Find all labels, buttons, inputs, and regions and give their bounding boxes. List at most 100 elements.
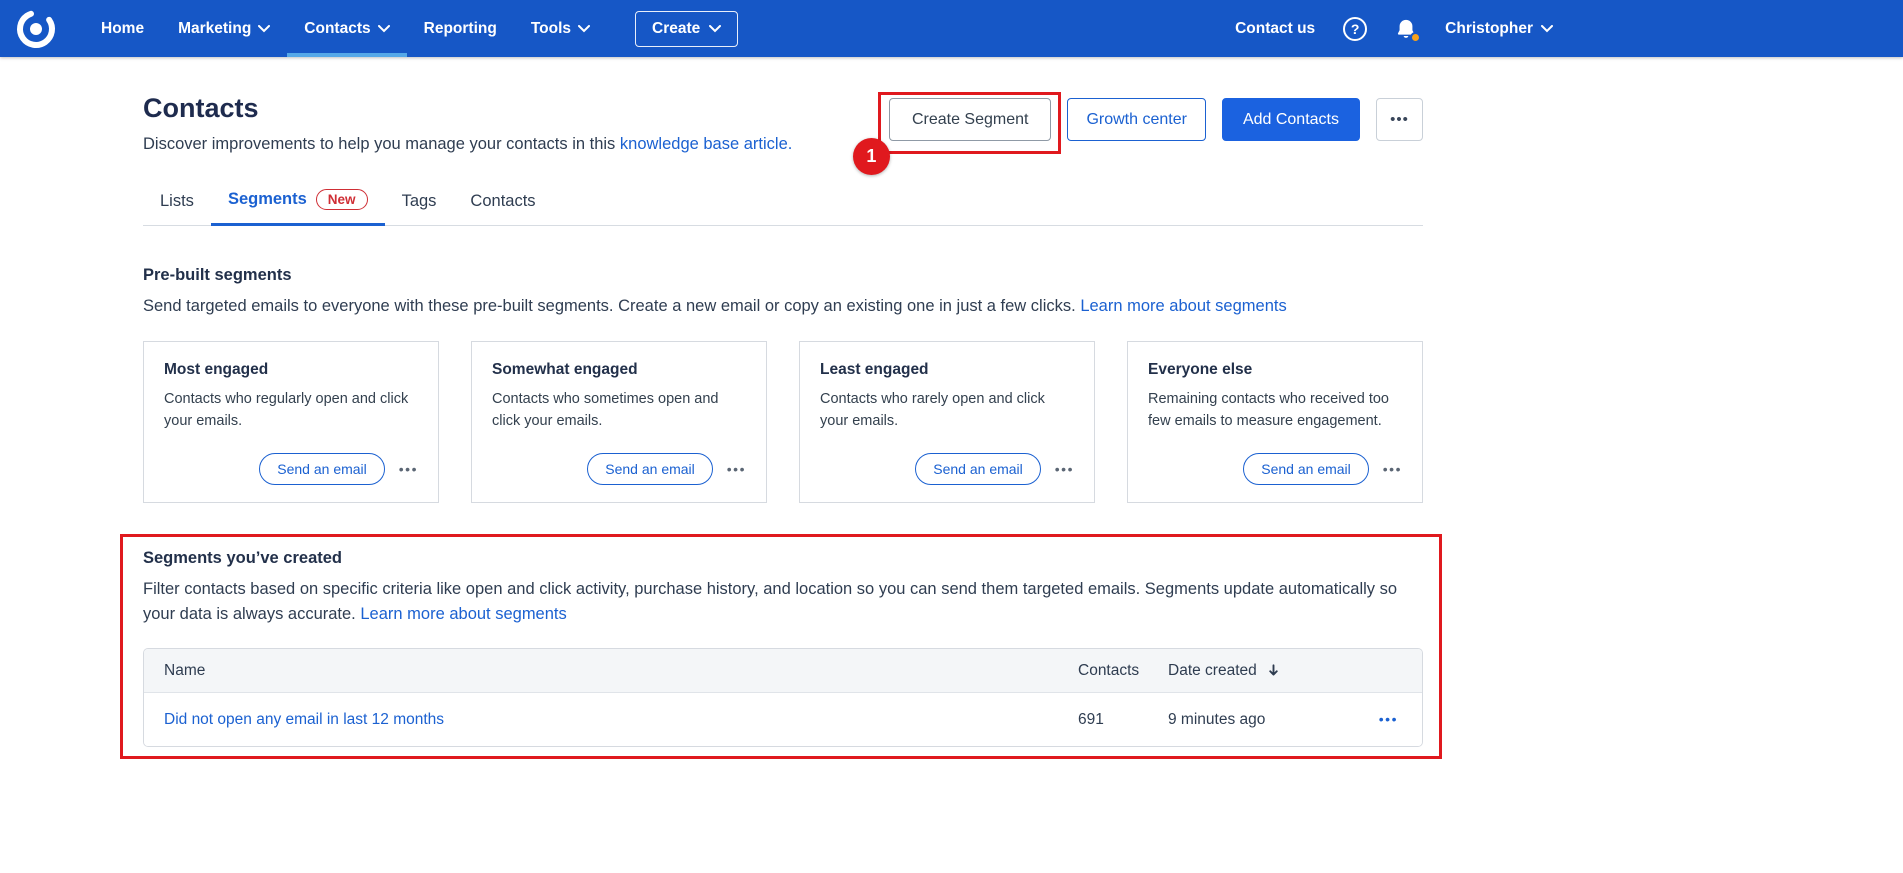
row-actions-cell: •••	[1346, 711, 1422, 729]
row-more-icon[interactable]: •••	[1379, 711, 1398, 727]
table-row: Did not open any email in last 12 months…	[144, 693, 1422, 746]
primary-nav: Home Marketing Contacts Reporting Tools	[84, 0, 607, 57]
card-more-icon[interactable]: •••	[1055, 461, 1074, 477]
tab-segments[interactable]: Segments New	[211, 180, 385, 226]
more-actions-button[interactable]: •••	[1376, 98, 1423, 141]
card-more-icon[interactable]: •••	[399, 461, 418, 477]
card-footer: Send an email •••	[164, 453, 418, 485]
nav-item-contacts[interactable]: Contacts	[287, 0, 406, 57]
prebuilt-description: Send targeted emails to everyone with th…	[143, 294, 1423, 319]
chevron-down-icon	[1541, 25, 1553, 33]
card-title: Everyone else	[1148, 361, 1402, 379]
segment-card-least-engaged: Least engaged Contacts who rarely open a…	[799, 341, 1095, 503]
card-title: Somewhat engaged	[492, 361, 746, 379]
chevron-down-icon	[578, 25, 590, 33]
nav-label: Tools	[531, 20, 571, 38]
nav-label: Marketing	[178, 20, 251, 38]
nav-item-tools[interactable]: Tools	[514, 0, 607, 57]
created-description: Filter contacts based on specific criter…	[143, 577, 1423, 627]
contact-us-link[interactable]: Contact us	[1235, 20, 1315, 38]
chevron-down-icon	[258, 25, 270, 33]
nav-right-cluster: Contact us ? Christopher	[1235, 0, 1553, 57]
nav-item-home[interactable]: Home	[84, 0, 161, 57]
card-description: Remaining contacts who received too few …	[1148, 388, 1402, 433]
annotation-step-badge: 1	[853, 138, 890, 175]
card-footer: Send an email •••	[820, 453, 1074, 485]
segment-name-cell: Did not open any email in last 12 months	[144, 711, 1078, 729]
nav-item-marketing[interactable]: Marketing	[161, 0, 287, 57]
user-name: Christopher	[1445, 20, 1533, 38]
chevron-down-icon	[378, 25, 390, 33]
tab-label: Tags	[402, 192, 437, 211]
subtitle-text: Discover improvements to help you manage…	[143, 135, 615, 153]
page-header-text: Contacts Discover improvements to help y…	[143, 93, 792, 154]
header-actions: 1 Create Segment Growth center Add Conta…	[889, 98, 1423, 154]
help-icon[interactable]: ?	[1343, 17, 1367, 41]
nav-item-reporting[interactable]: Reporting	[407, 0, 514, 57]
card-footer: Send an email •••	[1148, 453, 1402, 485]
card-description: Contacts who sometimes open and click yo…	[492, 388, 746, 433]
tab-lists[interactable]: Lists	[143, 180, 211, 226]
help-glyph: ?	[1351, 21, 1360, 37]
column-header-date-created[interactable]: Date created	[1168, 662, 1346, 680]
card-description: Contacts who regularly open and click yo…	[164, 388, 418, 433]
tab-label: Lists	[160, 192, 194, 211]
tab-contacts[interactable]: Contacts	[453, 180, 552, 226]
prebuilt-heading: Pre-built segments	[143, 266, 1423, 285]
prebuilt-segments-section: Pre-built segments Send targeted emails …	[143, 266, 1423, 503]
nav-label: Home	[101, 20, 144, 38]
segment-contacts-cell: 691	[1078, 711, 1168, 729]
send-email-button[interactable]: Send an email	[587, 453, 713, 485]
chevron-down-icon	[709, 25, 721, 33]
tab-label: Segments	[228, 190, 307, 209]
card-more-icon[interactable]: •••	[1383, 461, 1402, 477]
segment-card-everyone-else: Everyone else Remaining contacts who rec…	[1127, 341, 1423, 503]
page-subtitle: Discover improvements to help you manage…	[143, 135, 792, 154]
send-email-button[interactable]: Send an email	[915, 453, 1041, 485]
created-segments-section: Segments you’ve created Filter contacts …	[143, 549, 1423, 748]
page-title: Contacts	[143, 93, 792, 124]
add-contacts-button[interactable]: Add Contacts	[1222, 98, 1360, 141]
nav-label: Contacts	[304, 20, 370, 38]
date-created-label: Date created	[1168, 662, 1257, 680]
create-segment-button[interactable]: Create Segment	[889, 98, 1052, 141]
created-learn-more-link[interactable]: Learn more about segments	[360, 605, 566, 623]
user-menu[interactable]: Christopher	[1445, 20, 1553, 38]
column-header-contacts: Contacts	[1078, 662, 1168, 680]
card-title: Most engaged	[164, 361, 418, 379]
card-more-icon[interactable]: •••	[727, 461, 746, 477]
send-email-button[interactable]: Send an email	[259, 453, 385, 485]
create-button[interactable]: Create	[635, 11, 738, 47]
new-badge: New	[316, 189, 368, 210]
nav-label: Reporting	[424, 20, 497, 38]
segment-link[interactable]: Did not open any email in last 12 months	[164, 711, 444, 729]
create-button-label: Create	[652, 20, 700, 38]
tab-label: Contacts	[470, 192, 535, 211]
contacts-tabs: Lists Segments New Tags Contacts	[143, 180, 1423, 226]
prebuilt-cards: Most engaged Contacts who regularly open…	[143, 341, 1423, 503]
notifications-bell-icon[interactable]	[1395, 17, 1417, 41]
segment-card-most-engaged: Most engaged Contacts who regularly open…	[143, 341, 439, 503]
segments-table: Name Contacts Date created Did not open …	[143, 648, 1423, 747]
send-email-button[interactable]: Send an email	[1243, 453, 1369, 485]
segment-date-cell: 9 minutes ago	[1168, 711, 1346, 729]
card-title: Least engaged	[820, 361, 1074, 379]
growth-center-button[interactable]: Growth center	[1067, 98, 1205, 141]
create-segment-annotated: 1 Create Segment	[889, 98, 1052, 141]
main-content: Contacts Discover improvements to help y…	[143, 93, 1423, 747]
created-description-text: Filter contacts based on specific criter…	[143, 580, 1397, 623]
card-description: Contacts who rarely open and click your …	[820, 388, 1074, 433]
top-navigation: Home Marketing Contacts Reporting Tools …	[0, 0, 1903, 57]
notification-dot	[1410, 32, 1421, 43]
prebuilt-learn-more-link[interactable]: Learn more about segments	[1080, 297, 1286, 315]
sort-descending-icon[interactable]	[1266, 663, 1281, 678]
segment-card-somewhat-engaged: Somewhat engaged Contacts who sometimes …	[471, 341, 767, 503]
created-heading: Segments you’ve created	[143, 549, 1423, 568]
brand-logo[interactable]	[14, 0, 58, 57]
constant-contact-logo-icon	[14, 7, 58, 51]
card-footer: Send an email •••	[492, 453, 746, 485]
page-header: Contacts Discover improvements to help y…	[143, 93, 1423, 154]
tab-tags[interactable]: Tags	[385, 180, 454, 226]
table-header-row: Name Contacts Date created	[144, 649, 1422, 693]
knowledge-base-link[interactable]: knowledge base article.	[620, 135, 792, 153]
